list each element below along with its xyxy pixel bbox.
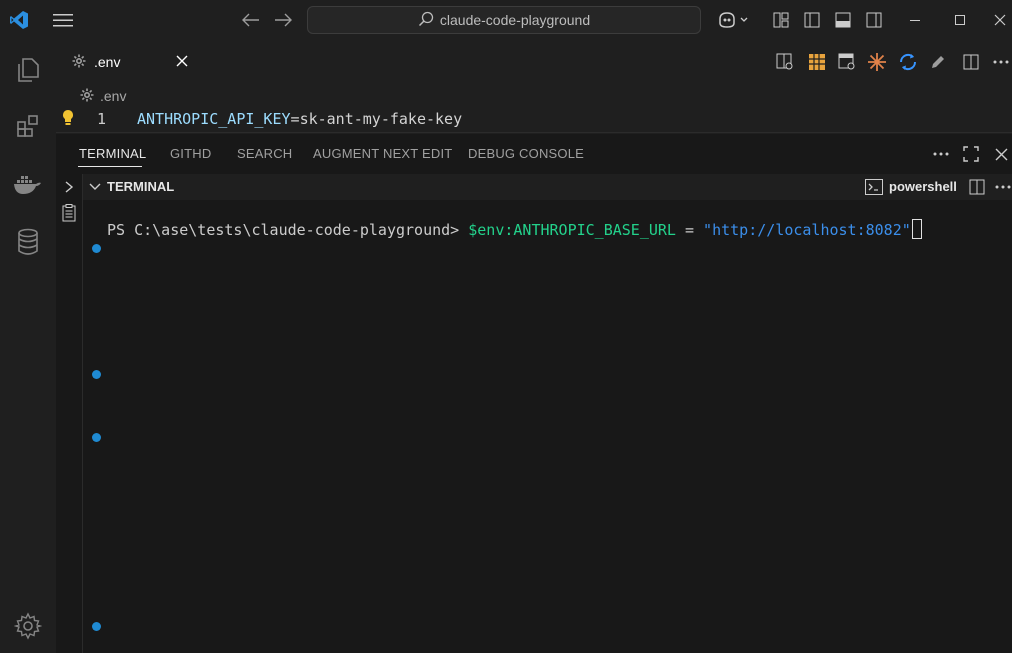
panel-separator [56,132,1012,133]
terminal-more-icon[interactable] [994,179,1012,195]
breadcrumb-file[interactable]: .env [100,88,126,104]
lightbulb-icon[interactable] [62,109,74,130]
panel-tabs-bar: TERMINAL GITHD SEARCH AUGMENT NEXT EDIT … [56,134,1012,174]
split-editor-icon[interactable] [961,52,981,72]
close-window-icon[interactable] [988,10,1012,30]
command-center-search[interactable]: claude-code-playground [307,6,701,34]
terminal-body[interactable] [83,174,1012,653]
preview-side-icon[interactable] [837,52,857,72]
more-actions-icon[interactable] [990,52,1012,72]
close-panel-icon[interactable] [990,144,1012,164]
table-view-icon[interactable] [807,52,827,72]
settings-file-icon [80,88,94,105]
maximize-window-icon[interactable] [948,10,972,30]
active-tab-underline [78,166,142,167]
search-icon [418,11,434,30]
customize-layout-icon[interactable] [770,10,792,30]
copilot-icon[interactable] [716,9,752,31]
split-terminal-icon[interactable] [968,179,986,195]
minimize-window-icon[interactable] [903,10,927,30]
terminal-command-line[interactable]: PS C:\ase\tests\claude-code-playground> … [107,219,922,239]
augment-sync-icon[interactable] [897,51,919,73]
terminal-list-icon[interactable] [60,204,78,222]
toggle-primary-sidebar-icon[interactable] [801,10,823,30]
terminal-prompt: PS C:\ase\tests\claude-code-playground> [107,221,469,239]
maximize-panel-icon[interactable] [960,144,982,164]
command-decoration[interactable] [92,622,101,631]
close-tab-icon[interactable] [174,52,190,70]
shell-name[interactable]: powershell [889,179,957,194]
chevron-down-icon[interactable] [88,181,102,193]
line-number: 1 [97,110,107,128]
terminal-operator: = [675,221,704,239]
command-decoration[interactable] [92,244,101,253]
tab-githd[interactable]: GITHD [170,146,211,161]
toggle-panel-icon[interactable] [832,10,854,30]
settings-file-icon [72,54,86,71]
terminal-header: TERMINAL powershell [83,174,1012,200]
settings-gear-icon[interactable] [12,610,44,642]
terminal-section-title: TERMINAL [107,179,175,194]
back-arrow-icon[interactable] [240,10,262,30]
tab-debug-console[interactable]: DEBUG CONSOLE [468,146,584,161]
terminal-sidebar [56,174,83,653]
docker-icon[interactable] [10,168,44,200]
terminal-string: "http://localhost:8082" [703,221,911,239]
toggle-secondary-sidebar-icon[interactable] [863,10,885,30]
tab-augment-next-edit[interactable]: AUGMENT NEXT EDIT [313,146,452,161]
activity-bar [0,40,56,653]
tab-search[interactable]: SEARCH [237,146,292,161]
search-text: claude-code-playground [439,12,591,28]
title-bar: claude-code-playground [0,0,1012,40]
vscode-logo-icon [8,10,30,30]
tab-env[interactable]: .env [56,40,196,84]
claude-icon[interactable] [867,52,887,72]
explorer-icon[interactable] [12,54,44,86]
env-key: ANTHROPIC_API_KEY [137,110,291,128]
open-preview-icon[interactable] [775,52,795,72]
panel-more-icon[interactable] [930,144,952,164]
env-value: sk-ant-my-fake-key [299,110,463,128]
terminal-cursor [911,219,922,239]
command-decoration[interactable] [92,370,101,379]
terminal-shell-icon [865,179,883,198]
breadcrumb[interactable]: .env [80,86,126,106]
tab-label: .env [94,54,121,70]
database-icon[interactable] [12,226,44,258]
code-line[interactable]: ANTHROPIC_API_KEY=sk-ant-my-fake-key [137,110,462,128]
edit-pencil-icon[interactable] [928,52,948,72]
editor-line-1[interactable]: 1 ANTHROPIC_API_KEY=sk-ant-my-fake-key [56,108,1012,130]
env-equals: = [290,110,300,128]
tab-terminal[interactable]: TERMINAL [79,146,146,161]
chevron-right-icon[interactable] [62,180,76,194]
extensions-icon[interactable] [12,110,44,142]
menu-icon[interactable] [51,10,75,30]
terminal-variable: $env:ANTHROPIC_BASE_URL [468,221,676,239]
forward-arrow-icon[interactable] [272,10,294,30]
command-decoration[interactable] [92,433,101,442]
